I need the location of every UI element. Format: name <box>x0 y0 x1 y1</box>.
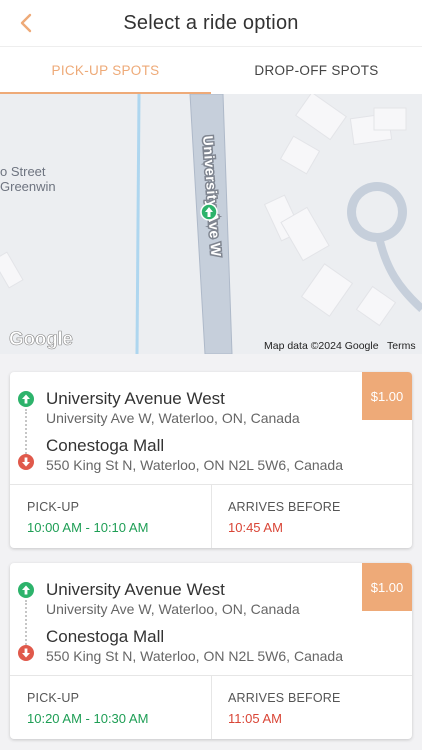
arrives-before-label: ARRIVES BEFORE <box>228 691 341 705</box>
map-attribution: Map data ©2024 Google <box>264 340 379 352</box>
dropoff-address: 550 King St N, Waterloo, ON N2L 5W6, Can… <box>46 457 343 473</box>
tab-bar: PICK-UP SPOTS DROP-OFF SPOTS <box>0 46 422 94</box>
pickup-address: University Ave W, Waterloo, ON, Canada <box>46 601 300 617</box>
page-title: Select a ride option <box>123 11 299 34</box>
chevron-left-icon <box>20 13 32 33</box>
arrives-before-time: 10:45 AM <box>228 520 283 535</box>
dropoff-arrow-icon <box>18 454 34 470</box>
pickup-time: 10:20 AM - 10:30 AM <box>27 711 149 726</box>
pickup-stop: University Avenue West University Ave W,… <box>46 389 300 426</box>
arrives-before-time: 11:05 AM <box>228 711 282 726</box>
price-badge: $1.00 <box>362 563 412 611</box>
pickup-name: University Avenue West <box>46 580 225 599</box>
pickup-time-label: PICK-UP <box>27 500 80 514</box>
dropoff-name: Conestoga Mall <box>46 627 165 646</box>
tab-dropoff-spots[interactable]: DROP-OFF SPOTS <box>211 47 422 94</box>
ride-option-card[interactable]: $1.00 University Avenue West University … <box>10 372 412 548</box>
dropoff-stop: Conestoga Mall 550 King St N, Waterloo, … <box>46 436 343 473</box>
divider <box>211 676 212 739</box>
pickup-name: University Avenue West <box>46 389 225 408</box>
map-street-label: Greenwin <box>0 179 56 194</box>
dropoff-name: Conestoga Mall <box>46 436 165 455</box>
pickup-arrow-icon <box>18 391 34 407</box>
ride-option-card[interactable]: $1.00 University Avenue West University … <box>10 563 412 739</box>
pickup-time-label: PICK-UP <box>27 691 80 705</box>
map-street-label: o Street <box>0 164 46 179</box>
map-canvas: University Ave W <box>0 94 422 354</box>
map-terms-link[interactable]: Terms <box>387 340 416 352</box>
pickup-stop: University Avenue West University Ave W,… <box>46 580 300 617</box>
back-button[interactable] <box>12 8 40 38</box>
divider <box>211 485 212 548</box>
tab-pickup-spots[interactable]: PICK-UP SPOTS <box>0 47 211 94</box>
pickup-arrow-icon <box>18 582 34 598</box>
header: Select a ride option <box>0 0 422 46</box>
pickup-address: University Ave W, Waterloo, ON, Canada <box>46 410 300 426</box>
pickup-marker-icon[interactable] <box>200 203 218 221</box>
arrives-before-label: ARRIVES BEFORE <box>228 500 341 514</box>
map-view[interactable]: University Ave W o Street Greenwin Googl… <box>0 94 422 354</box>
google-logo: Google <box>9 329 74 351</box>
dropoff-arrow-icon <box>18 645 34 661</box>
dropoff-address: 550 King St N, Waterloo, ON N2L 5W6, Can… <box>46 648 343 664</box>
price-badge: $1.00 <box>362 372 412 420</box>
dropoff-stop: Conestoga Mall 550 King St N, Waterloo, … <box>46 627 343 664</box>
route-connector <box>25 409 27 454</box>
route-connector <box>25 600 27 645</box>
pickup-time: 10:00 AM - 10:10 AM <box>27 520 149 535</box>
